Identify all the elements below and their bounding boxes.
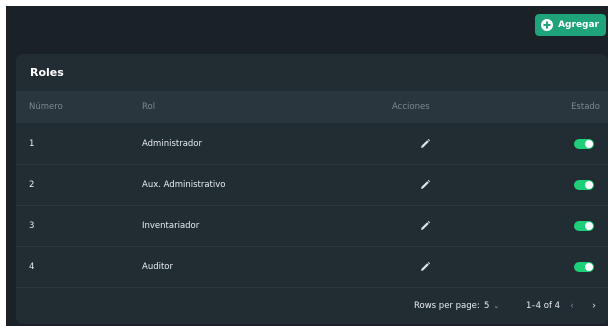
toggle-knob	[585, 263, 593, 271]
toggle-knob	[585, 140, 593, 148]
table-row: 2 Aux. Administrativo	[16, 165, 608, 206]
row-role-name: Inventariador	[142, 221, 200, 231]
pencil-icon[interactable]	[419, 179, 431, 191]
column-header-numero: Número	[29, 102, 63, 112]
table-header: Número Rol Acciones Estado	[16, 91, 608, 123]
table-row: 1 Administrador	[16, 124, 608, 165]
status-toggle[interactable]	[574, 262, 594, 272]
pencil-icon[interactable]	[419, 220, 431, 232]
rows-per-page-value: 5	[484, 301, 490, 311]
table-row: 3 Inventariador	[16, 206, 608, 247]
plus-circle-icon	[541, 19, 554, 31]
row-role-name: Aux. Administrativo	[142, 180, 226, 190]
row-number: 2	[29, 180, 35, 190]
chevron-down-icon: ⌄	[493, 302, 500, 310]
pencil-icon[interactable]	[419, 138, 431, 150]
chevron-right-icon[interactable]: ›	[592, 301, 596, 312]
status-toggle[interactable]	[574, 180, 594, 190]
rows-per-page-label: Rows per page:	[414, 301, 480, 311]
status-toggle[interactable]	[574, 221, 594, 231]
column-header-acciones: Acciones	[392, 102, 430, 112]
row-role-name: Administrador	[142, 139, 203, 149]
table-row: 4 Auditor	[16, 247, 608, 288]
row-role-name: Auditor	[142, 262, 173, 272]
pagination-bar: Rows per page: 5 ⌄ 1–4 of 4 ‹ ›	[16, 288, 608, 324]
rows-per-page-select[interactable]: 5 ⌄	[484, 301, 499, 311]
pencil-icon[interactable]	[419, 261, 431, 273]
column-header-rol: Rol	[142, 102, 156, 112]
pagination-range: 1–4 of 4	[526, 301, 561, 311]
toggle-knob	[585, 181, 593, 189]
card-title: Roles	[30, 66, 64, 79]
row-number: 3	[29, 221, 35, 231]
row-number: 4	[29, 262, 35, 272]
roles-card: Roles Número Rol Acciones Estado 1 Admin…	[16, 54, 608, 324]
add-button-label: Agregar	[558, 20, 599, 30]
status-toggle[interactable]	[574, 139, 594, 149]
toggle-knob	[585, 222, 593, 230]
chevron-left-icon[interactable]: ‹	[570, 301, 574, 312]
page: Agregar Roles Número Rol Acciones Estado…	[6, 6, 608, 326]
add-button[interactable]: Agregar	[535, 14, 606, 36]
row-number: 1	[29, 139, 35, 149]
column-header-estado: Estado	[571, 102, 600, 112]
